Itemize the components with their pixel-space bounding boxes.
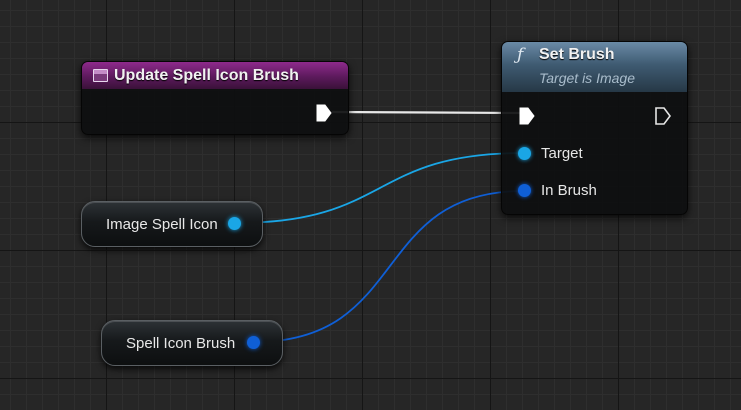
target-pin-icon[interactable] — [518, 147, 531, 160]
in-brush-pin-icon[interactable] — [518, 184, 531, 197]
function-node-header[interactable]: ƒ Set Brush Target is Image — [502, 42, 687, 92]
variable-node-spell-icon-brush[interactable]: Spell Icon Brush — [101, 320, 283, 366]
exec-wire[interactable] — [331, 110, 525, 115]
event-graph-icon — [93, 69, 108, 82]
in-brush-pin[interactable]: In Brush — [518, 182, 597, 199]
exec-out-pin-icon[interactable] — [654, 107, 672, 125]
target-pin[interactable]: Target — [518, 145, 583, 162]
function-node-subtitle: Target is Image — [539, 70, 635, 86]
in-brush-pin-label: In Brush — [541, 182, 597, 199]
event-node-header[interactable]: Update Spell Icon Brush — [82, 62, 348, 89]
variable-output-pin-icon[interactable] — [228, 217, 241, 230]
target-pin-label: Target — [541, 145, 583, 162]
variable-node-image-spell-icon[interactable]: Image Spell Icon — [81, 201, 263, 247]
exec-in-pin-icon[interactable] — [518, 107, 536, 125]
exec-out-pin-icon[interactable] — [315, 104, 333, 122]
function-node-title: Set Brush — [539, 46, 615, 63]
variable-label: Image Spell Icon — [106, 215, 218, 233]
blueprint-graph-canvas[interactable]: Update Spell Icon Brush ƒ Set Brush Targ… — [0, 0, 741, 410]
function-node-set-brush[interactable]: ƒ Set Brush Target is Image Target In Br… — [501, 41, 688, 215]
function-icon: ƒ — [517, 45, 524, 65]
event-node-update-spell-icon-brush[interactable]: Update Spell Icon Brush — [81, 61, 349, 135]
variable-output-pin-icon[interactable] — [247, 336, 260, 349]
event-node-title: Update Spell Icon Brush — [114, 66, 299, 84]
target-wire[interactable] — [235, 152, 524, 224]
variable-label: Spell Icon Brush — [126, 334, 236, 352]
in-brush-wire[interactable] — [253, 190, 524, 343]
